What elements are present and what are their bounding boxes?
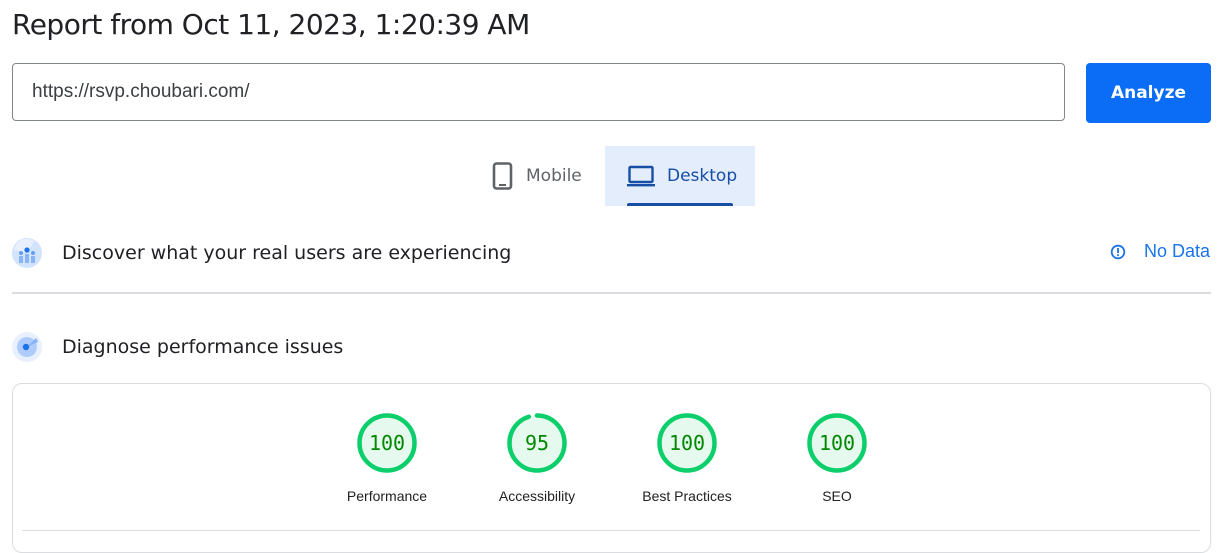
- gauge-score: 95: [525, 431, 549, 455]
- gauge-performance[interactable]: 100 Performance: [312, 412, 462, 504]
- url-input[interactable]: [12, 63, 1065, 121]
- gauge-label: Best Practices: [642, 488, 732, 504]
- tab-desktop-label: Desktop: [667, 166, 738, 186]
- radar-icon: [12, 332, 42, 362]
- tab-desktop[interactable]: Desktop: [605, 146, 755, 206]
- gauge-label: Performance: [346, 488, 428, 504]
- tab-mobile-label: Mobile: [526, 166, 582, 186]
- gauge-ring: 100: [807, 413, 867, 473]
- field-data-title: Discover what your real users are experi…: [62, 242, 512, 264]
- info-icon: [1110, 244, 1126, 260]
- lab-data-section: Diagnose performance issues: [12, 332, 343, 362]
- gauge-ring: 100: [357, 413, 417, 473]
- users-chart-icon: [12, 238, 42, 268]
- field-data-section: Discover what your real users are experi…: [12, 238, 511, 268]
- device-tabs: Mobile Desktop: [480, 146, 755, 206]
- section-divider: [12, 292, 1211, 294]
- laptop-icon: [627, 164, 655, 188]
- gauge-label: SEO: [822, 488, 852, 504]
- gauge-best-practices[interactable]: 100 Best Practices: [612, 412, 762, 504]
- gauge-score: 100: [669, 431, 705, 455]
- gauge-accessibility[interactable]: 95 Accessibility: [462, 412, 612, 504]
- no-data-link[interactable]: No Data: [1110, 241, 1210, 262]
- gauge-seo[interactable]: 100 SEO: [762, 412, 912, 504]
- gauge-label: Accessibility: [498, 488, 576, 504]
- gauge-score: 100: [819, 431, 855, 455]
- tab-mobile[interactable]: Mobile: [480, 146, 605, 206]
- no-data-label: No Data: [1144, 241, 1211, 261]
- lab-data-title: Diagnose performance issues: [62, 336, 344, 358]
- page-title: Report from Oct 11, 2023, 1:20:39 AM: [12, 8, 530, 41]
- gauge-score: 100: [369, 431, 405, 455]
- card-divider: [22, 530, 1200, 531]
- analyze-button[interactable]: Analyze: [1086, 63, 1211, 123]
- smartphone-icon: [492, 162, 514, 190]
- gauge-ring: 100: [657, 413, 717, 473]
- gauge-ring: 95: [507, 413, 567, 473]
